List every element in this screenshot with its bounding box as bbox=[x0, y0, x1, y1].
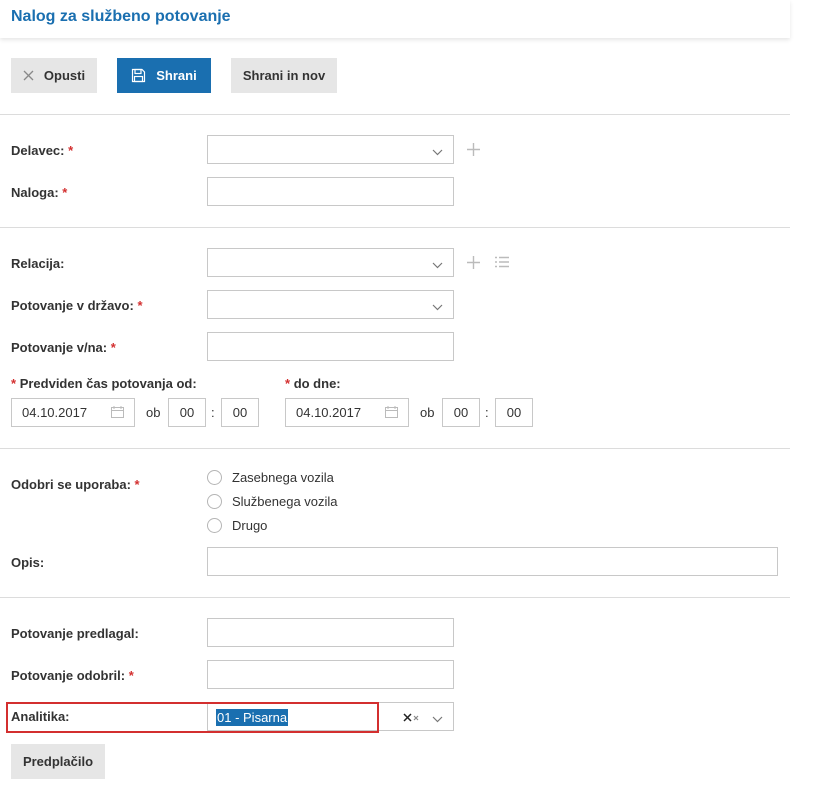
odobril-input[interactable] bbox=[207, 660, 454, 689]
radio-option-sluzbenega[interactable]: Službenega vozila bbox=[207, 494, 338, 509]
save-label: Shrani bbox=[156, 68, 197, 83]
predlagal-input[interactable] bbox=[207, 618, 454, 647]
save-and-new-label: Shrani in nov bbox=[242, 68, 326, 83]
predplacilo-button[interactable]: Predplačilo bbox=[11, 744, 105, 779]
highlight-box bbox=[6, 702, 379, 733]
predlagal-label: Potovanje predlagal: bbox=[11, 626, 139, 641]
close-icon bbox=[23, 70, 34, 81]
chevron-down-icon bbox=[432, 299, 443, 314]
date-from-value: 04.10.2017 bbox=[22, 405, 88, 420]
do-label: * do dne: bbox=[285, 376, 341, 391]
radio-button[interactable] bbox=[207, 494, 222, 509]
chevron-down-icon bbox=[432, 257, 443, 272]
chevron-down-icon bbox=[432, 144, 443, 159]
calendar-icon[interactable] bbox=[111, 406, 124, 421]
vna-label: Potovanje v/na: * bbox=[11, 340, 116, 355]
predplacilo-label: Predplačilo bbox=[22, 754, 94, 769]
time-separator: : bbox=[211, 405, 215, 420]
section-divider bbox=[0, 448, 790, 449]
naloga-label: Naloga: * bbox=[11, 185, 68, 200]
radio-button[interactable] bbox=[207, 518, 222, 533]
cancel-button[interactable]: Opusti bbox=[11, 58, 97, 93]
calendar-icon[interactable] bbox=[385, 406, 398, 421]
minute-to-input[interactable]: 00 bbox=[495, 398, 533, 427]
section-divider bbox=[0, 227, 790, 228]
save-button[interactable]: Shrani bbox=[117, 58, 211, 93]
od-label: * Predviden čas potovanja od: bbox=[11, 376, 197, 391]
plus-icon[interactable] bbox=[467, 143, 480, 159]
drzava-select[interactable] bbox=[207, 290, 454, 319]
relacija-select[interactable] bbox=[207, 248, 454, 277]
date-from-input[interactable]: 04.10.2017 bbox=[11, 398, 135, 427]
naloga-input[interactable] bbox=[207, 177, 454, 206]
ob-label: ob bbox=[146, 405, 161, 420]
time-separator: : bbox=[485, 405, 489, 420]
clear-icon[interactable] bbox=[403, 711, 419, 726]
chevron-down-icon bbox=[432, 711, 443, 726]
save-and-new-button[interactable]: Shrani in nov bbox=[231, 58, 337, 93]
date-to-input[interactable]: 04.10.2017 bbox=[285, 398, 409, 427]
ob-label: ob bbox=[420, 405, 435, 420]
list-icon[interactable] bbox=[495, 256, 509, 271]
delavec-label: Delavec: * bbox=[11, 143, 74, 158]
hour-to-input[interactable]: 00 bbox=[442, 398, 480, 427]
radio-option-zasebnega[interactable]: Zasebnega vozila bbox=[207, 470, 334, 485]
required-mark: * bbox=[68, 143, 74, 158]
page-header: Nalog za službeno potovanje bbox=[0, 0, 790, 38]
cancel-label: Opusti bbox=[43, 68, 86, 83]
radio-button[interactable] bbox=[207, 470, 222, 485]
odobril-label: Potovanje odobril: * bbox=[11, 668, 134, 683]
hour-from-input[interactable]: 00 bbox=[168, 398, 206, 427]
section-divider bbox=[0, 597, 790, 598]
plus-icon[interactable] bbox=[467, 256, 480, 272]
drzava-label: Potovanje v državo: * bbox=[11, 298, 143, 313]
page-title: Nalog za službeno potovanje bbox=[11, 8, 231, 25]
vna-input[interactable] bbox=[207, 332, 454, 361]
section-divider bbox=[0, 114, 790, 115]
odobri-label: Odobri se uporaba: * bbox=[11, 477, 140, 492]
opis-label: Opis: bbox=[11, 555, 45, 570]
date-to-value: 04.10.2017 bbox=[296, 405, 362, 420]
delavec-select[interactable] bbox=[207, 135, 454, 164]
relacija-label: Relacija: bbox=[11, 256, 65, 271]
opis-input[interactable] bbox=[207, 547, 778, 576]
save-icon bbox=[131, 68, 146, 83]
radio-option-drugo[interactable]: Drugo bbox=[207, 518, 267, 533]
minute-from-input[interactable]: 00 bbox=[221, 398, 259, 427]
